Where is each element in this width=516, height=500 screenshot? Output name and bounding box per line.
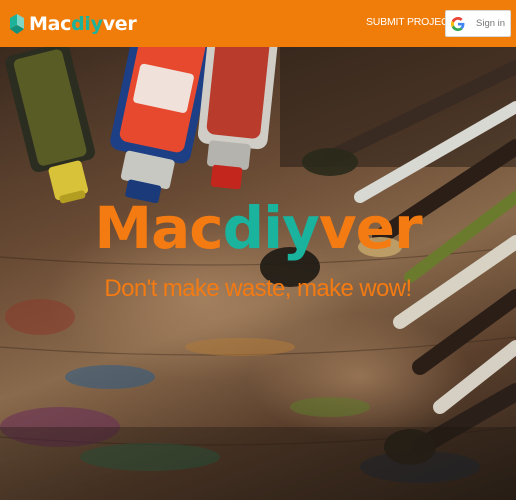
logo-wordmark: Macdiyver xyxy=(29,13,137,35)
submit-project-link[interactable]: SUBMIT PROJECT xyxy=(366,16,455,28)
box-logo-icon xyxy=(10,14,24,34)
hero-title-end: ver xyxy=(318,194,423,262)
site-logo-link[interactable]: Macdiyver xyxy=(8,9,137,39)
page: Macdiyver SUBMIT PROJECT Sign in Macdiyv… xyxy=(0,0,516,500)
hero-tagline: Don't make waste, make wow! xyxy=(104,275,412,302)
google-signin-button[interactable]: Sign in xyxy=(445,10,511,37)
hero-title: Macdiyver xyxy=(0,195,516,261)
paint-tubes-background-image xyxy=(0,47,516,500)
signin-label: Sign in xyxy=(476,18,506,29)
logo-text-main: Mac xyxy=(29,13,72,35)
hero-title-highlight: diy xyxy=(222,194,320,262)
hero-title-main: Mac xyxy=(94,194,223,262)
hero-banner: Macdiyver Don't make waste, make wow! xyxy=(0,47,516,500)
google-icon xyxy=(451,17,465,31)
logo-text-end: ver xyxy=(102,13,137,35)
logo-text-highlight: diy xyxy=(71,13,103,35)
top-navbar: Macdiyver SUBMIT PROJECT Sign in xyxy=(0,0,516,47)
